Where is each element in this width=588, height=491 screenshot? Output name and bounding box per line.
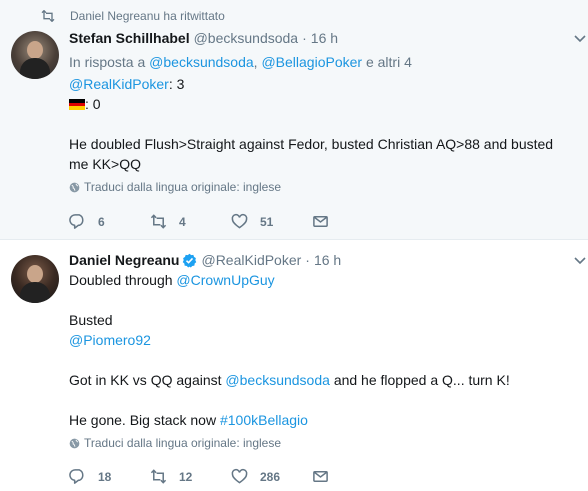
tweet-body: He doubled Flush>Straight against Fedor,… — [69, 136, 554, 172]
line-text: Busted — [69, 312, 113, 328]
tweet-content: Daniel Negreanu @RealKidPoker · 16 h Dou… — [69, 251, 576, 450]
display-name[interactable]: Daniel Negreanu — [69, 251, 179, 269]
mention-link[interactable]: @RealKidPoker — [69, 76, 169, 92]
envelope-icon — [313, 216, 328, 227]
display-name[interactable]: Stefan Schillhabel — [69, 29, 190, 47]
reply-icon — [69, 214, 84, 229]
user-handle[interactable]: @becksundsoda — [194, 29, 299, 47]
reply-count: 18 — [98, 469, 112, 484]
avatar[interactable] — [11, 255, 59, 303]
tweet-content: Stefan Schillhabel @becksundsoda · 16 h … — [69, 29, 576, 194]
tweet-header: Daniel Negreanu @RealKidPoker · 16 h — [69, 251, 576, 269]
heart-icon — [231, 468, 248, 484]
mention-link[interactable]: @becksundsoda — [225, 372, 330, 388]
retweet-count: 4 — [179, 214, 186, 229]
hashtag-link[interactable]: #100kBellagio — [220, 412, 308, 428]
translate-link[interactable]: Traduci dalla lingua originale: inglese — [69, 180, 576, 194]
timestamp[interactable]: 16 h — [314, 251, 341, 269]
reply-icon — [69, 469, 84, 484]
like-count: 51 — [260, 214, 274, 229]
tweet-header: Stefan Schillhabel @becksundsoda · 16 h — [69, 29, 576, 47]
retweet-icon — [150, 214, 167, 229]
score-value: : 3 — [168, 76, 185, 92]
reply-user-link[interactable]: @becksundsoda — [149, 54, 254, 70]
retweet-icon — [41, 10, 55, 22]
reply-suffix[interactable]: e altri 4 — [366, 54, 412, 70]
separator-dot: · — [302, 30, 307, 46]
score-value: : 0 — [85, 96, 101, 112]
tweet-text: @RealKidPoker: 3 : 0 He doubled Flush>St… — [69, 74, 576, 174]
globe-icon — [69, 438, 80, 448]
reply-prefix: In risposta a — [69, 54, 146, 70]
heart-icon — [231, 213, 248, 229]
line-text: Doubled through — [69, 272, 173, 288]
mention-link[interactable]: @CrownUpGuy — [176, 272, 274, 288]
globe-icon — [69, 182, 80, 192]
tweet-stefan-schillhabel[interactable]: Daniel Negreanu ha ritwittato Stefan Sch… — [0, 0, 588, 240]
reply-context: In risposta a @becksundsoda, @BellagioPo… — [69, 52, 576, 72]
separator-dot: · — [305, 252, 310, 268]
tweet-line: Doubled through @CrownUpGuy — [69, 270, 576, 290]
mention-link[interactable]: @Piomero92 — [69, 332, 151, 348]
reply-button[interactable]: 18 — [69, 468, 150, 485]
reply-separator: , — [253, 54, 258, 70]
translate-link[interactable]: Traduci dalla lingua originale: inglese — [69, 436, 576, 450]
line-text: and he flopped a Q... turn K! — [333, 372, 510, 388]
tweet-line: Got in KK vs QQ against @becksundsoda an… — [69, 370, 576, 390]
like-count: 286 — [260, 469, 281, 484]
line-text: He gone. Big stack now — [69, 412, 217, 428]
reply-button[interactable]: 6 — [69, 213, 150, 230]
avatar[interactable] — [11, 31, 59, 79]
retweet-icon — [150, 469, 167, 484]
retweet-count: 12 — [179, 469, 193, 484]
reply-user-link[interactable]: @BellagioPoker — [261, 54, 362, 70]
verified-badge-icon — [183, 253, 197, 268]
tweet-daniel-negreanu[interactable]: Daniel Negreanu @RealKidPoker · 16 h Dou… — [0, 240, 588, 491]
like-button[interactable]: 51 — [231, 213, 312, 230]
reply-count: 6 — [98, 214, 105, 229]
tweet-actions: 6 4 51 — [69, 213, 393, 230]
user-handle[interactable]: @RealKidPoker — [201, 251, 301, 269]
direct-message-button[interactable] — [312, 468, 393, 485]
tweet-line: : 0 — [69, 94, 576, 114]
line-text: Got in KK vs QQ against — [69, 372, 222, 388]
tweet-actions: 18 12 286 — [69, 468, 393, 485]
timestamp[interactable]: 16 h — [311, 29, 338, 47]
retweet-context: Daniel Negreanu ha ritwittato — [40, 9, 225, 23]
envelope-icon — [313, 471, 328, 482]
tweet-line: He gone. Big stack now #100kBellagio — [69, 410, 576, 430]
retweet-button[interactable]: 4 — [150, 213, 231, 230]
tweet-text: Doubled through @CrownUpGuy Busted @Piom… — [69, 270, 576, 430]
like-button[interactable]: 286 — [231, 468, 312, 485]
germany-flag-icon — [69, 99, 85, 110]
direct-message-button[interactable] — [312, 213, 393, 230]
translate-text: Traduci dalla lingua originale: inglese — [84, 180, 282, 194]
translate-text: Traduci dalla lingua originale: inglese — [84, 436, 282, 450]
tweet-line: @RealKidPoker: 3 — [69, 74, 576, 94]
retweet-button[interactable]: 12 — [150, 468, 231, 485]
retweet-context-text: Daniel Negreanu ha ritwittato — [70, 9, 225, 23]
